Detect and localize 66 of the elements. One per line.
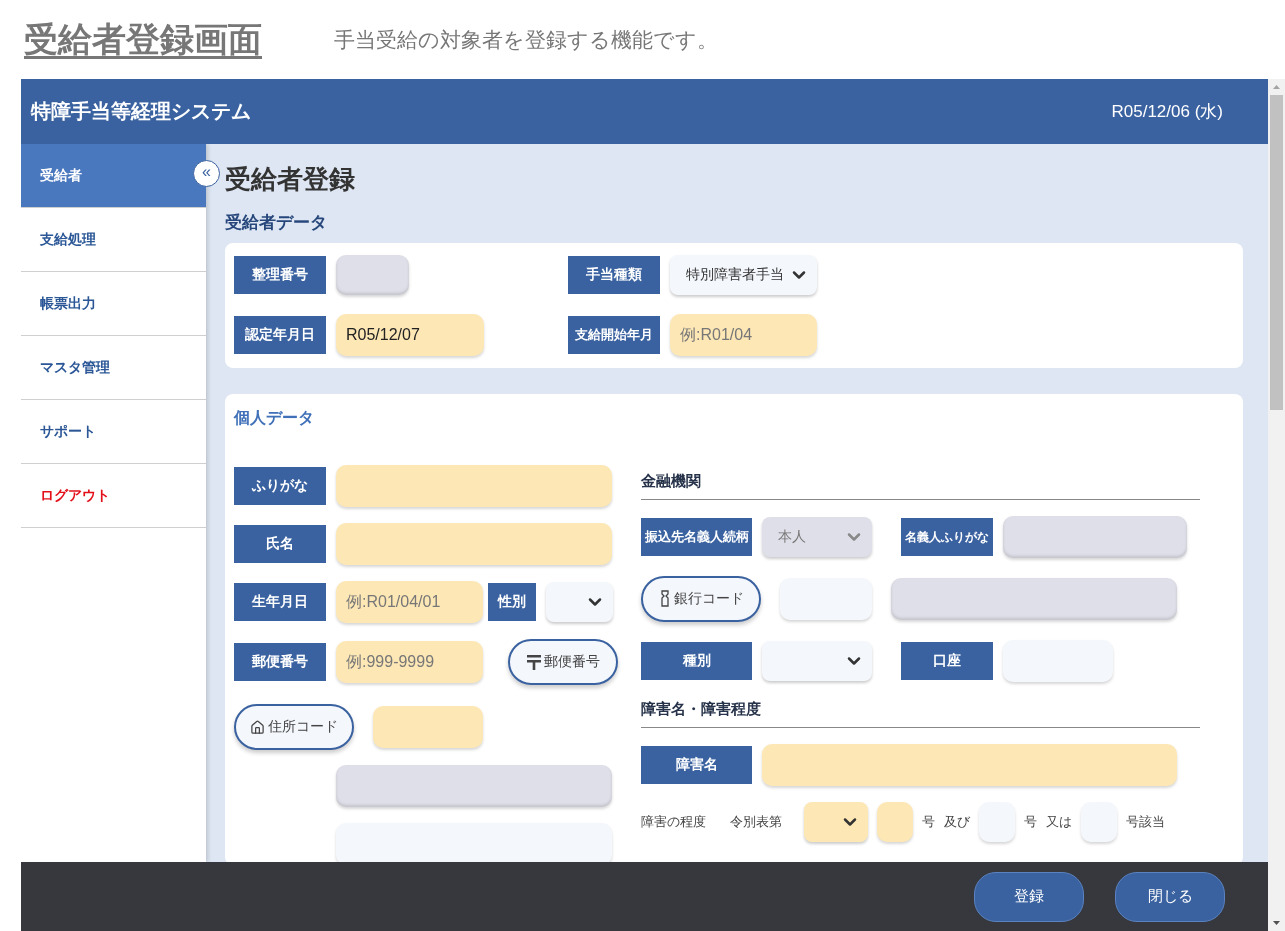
bank-code-button[interactable]: 銀行コード bbox=[641, 576, 761, 622]
conjunction-text: 及び bbox=[944, 813, 970, 831]
input-field[interactable] bbox=[877, 802, 913, 842]
page-heading: 受給者登録 bbox=[225, 163, 356, 196]
select-field[interactable] bbox=[804, 802, 868, 842]
input-field[interactable] bbox=[979, 802, 1015, 842]
input-field[interactable] bbox=[762, 744, 1177, 786]
field-label: 障害の程度 bbox=[641, 813, 706, 831]
page-title: 受給者登録画面 bbox=[24, 18, 262, 60]
input-field[interactable] bbox=[336, 765, 612, 807]
field-label: 性別 bbox=[488, 583, 536, 621]
conjunction-text: 又は bbox=[1046, 813, 1072, 831]
input-field[interactable]: R05/12/07 bbox=[336, 314, 484, 356]
section-heading: 金融機関 bbox=[641, 472, 1200, 500]
section-title: 受給者データ bbox=[225, 212, 328, 234]
field-label: ふりがな bbox=[234, 467, 326, 505]
page-description: 手当受給の対象者を登録する機能です。 bbox=[334, 26, 718, 53]
input-field[interactable] bbox=[336, 465, 612, 507]
select-field[interactable]: 本人 bbox=[762, 517, 872, 557]
field-label: 郵便番号 bbox=[234, 643, 326, 681]
field-label: 生年月日 bbox=[234, 583, 326, 621]
unit-text: 号該当 bbox=[1126, 813, 1165, 831]
input-field[interactable] bbox=[1003, 516, 1187, 558]
field-label: 整理番号 bbox=[234, 256, 326, 294]
select-field[interactable]: 特別障害者手当 bbox=[670, 255, 817, 295]
house-icon bbox=[250, 719, 265, 735]
input-field[interactable] bbox=[1081, 802, 1117, 842]
field-label: 手当種類 bbox=[568, 256, 660, 294]
field-label: 種別 bbox=[641, 642, 752, 680]
input-field[interactable] bbox=[891, 578, 1177, 620]
date-text: R05/12/06 (水) bbox=[1111, 101, 1223, 123]
sidebar-item[interactable]: 帳票出力 bbox=[21, 272, 206, 336]
unit-text: 号 bbox=[1024, 813, 1037, 831]
sidebar-item[interactable]: ログアウト bbox=[21, 464, 206, 528]
section-title: 個人データ bbox=[234, 408, 315, 428]
input-field[interactable] bbox=[1003, 640, 1113, 682]
footer-button[interactable]: 閉じる bbox=[1115, 871, 1225, 922]
input-field[interactable] bbox=[373, 706, 483, 748]
section-heading: 障害名・障害程度 bbox=[641, 700, 1200, 728]
bank-code-icon bbox=[658, 590, 671, 608]
field-label: 支給開始年月 bbox=[568, 316, 660, 354]
input-field[interactable]: 例:R01/04 bbox=[670, 314, 817, 356]
field-label: 口座 bbox=[901, 642, 993, 680]
select-field[interactable] bbox=[762, 641, 872, 681]
field-label: 名義人ふりがな bbox=[901, 518, 993, 556]
postal-code-button[interactable]: 郵便番号 bbox=[508, 639, 618, 685]
field-label: 振込先名義人続柄 bbox=[641, 518, 752, 556]
sidebar-item[interactable]: マスタ管理 bbox=[21, 336, 206, 400]
sidebar-item[interactable]: 支給処理 bbox=[21, 208, 206, 272]
input-field[interactable] bbox=[336, 523, 612, 565]
field-label: 障害名 bbox=[641, 746, 752, 784]
input-field[interactable] bbox=[780, 578, 872, 620]
unit-text: 号 bbox=[922, 813, 935, 831]
input-field[interactable] bbox=[336, 823, 612, 862]
field-label: 氏名 bbox=[234, 525, 326, 563]
input-field[interactable]: 例:999-9999 bbox=[336, 641, 483, 683]
sidebar-item[interactable]: サポート bbox=[21, 400, 206, 464]
footer-button[interactable]: 登録 bbox=[974, 871, 1084, 922]
app-title: 特障手当等経理システム bbox=[31, 99, 251, 124]
input-field[interactable] bbox=[336, 255, 409, 295]
select-field[interactable] bbox=[546, 582, 613, 622]
input-field[interactable]: 例:R01/04/01 bbox=[336, 581, 483, 623]
address-code-button[interactable]: 住所コード bbox=[234, 704, 354, 750]
field-label: 認定年月日 bbox=[234, 316, 326, 354]
postal-mark-icon bbox=[526, 654, 541, 670]
field-label: 令別表第 bbox=[730, 813, 782, 831]
